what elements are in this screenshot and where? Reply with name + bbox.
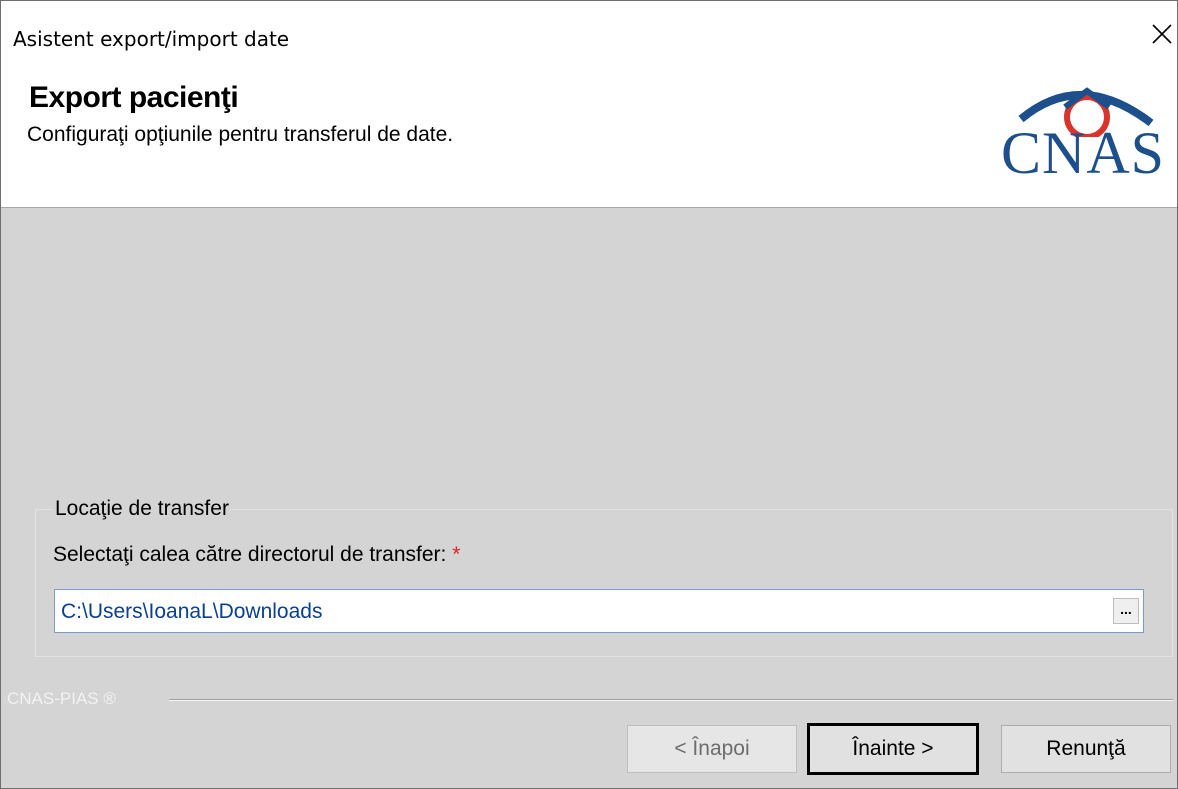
close-button[interactable] — [1137, 15, 1177, 55]
page-title: Export pacienţi — [29, 81, 239, 114]
transfer-path-input[interactable]: C:\Users\IoanaL\Downloads ... — [54, 589, 1144, 633]
close-icon — [1152, 24, 1172, 44]
wizard-header: Export pacienţi Configuraţi opţiunile pe… — [1, 67, 1177, 208]
page-subtitle: Configuraţi opţiunile pentru transferul … — [27, 123, 454, 146]
cnas-logo: CNAS — [1001, 77, 1177, 197]
transfer-path-value: C:\Users\IoanaL\Downloads — [61, 600, 323, 623]
path-label-text: Selectaţi calea către directorul de tran… — [53, 543, 447, 566]
next-button[interactable]: Înainte > — [807, 723, 979, 775]
transfer-location-group — [35, 509, 1173, 657]
cancel-button[interactable]: Renunţă — [1001, 725, 1171, 773]
transfer-location-title: Locaţie de transfer — [53, 497, 231, 521]
window-title: Asistent export/import date — [13, 27, 290, 51]
path-label: Selectaţi calea către directorul de tran… — [53, 543, 460, 567]
title-bar: Asistent export/import date — [1, 1, 1177, 67]
back-button[interactable]: < Înapoi — [627, 725, 797, 773]
cnas-logo-text: CNAS — [1001, 120, 1166, 186]
footer-divider — [169, 699, 1173, 701]
footer-brand: CNAS-PIAS ® — [7, 689, 116, 708]
required-marker: * — [452, 543, 461, 566]
browse-button[interactable]: ... — [1113, 598, 1139, 624]
export-import-wizard-window: Asistent export/import date Export pacie… — [0, 0, 1178, 789]
